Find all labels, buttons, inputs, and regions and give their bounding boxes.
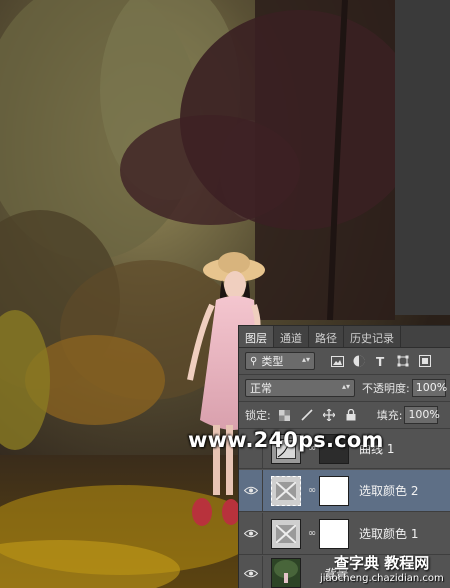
selective-color-icon bbox=[271, 475, 301, 506]
layer-name[interactable]: 选取颜色 2 bbox=[359, 482, 418, 499]
shape-filter-icon[interactable] bbox=[395, 353, 411, 369]
lock-row: 锁定: 填充: 100% bbox=[239, 402, 450, 428]
blend-mode-value: 正常 bbox=[250, 382, 272, 395]
opacity-input[interactable]: 100% bbox=[411, 379, 447, 397]
layer-mask-thumbnail[interactable] bbox=[319, 475, 349, 506]
link-icon[interactable]: ∞ bbox=[305, 485, 319, 496]
filter-kind-value: 类型 bbox=[261, 355, 284, 368]
layers-panel: 图层 通道 路径 历史记录 ⚲ 类型 ▴▾ T 正常 ▴▾ 不透明度: 100%… bbox=[238, 325, 450, 588]
select-arrows-icon: ▴▾ bbox=[301, 355, 310, 364]
lock-move-icon[interactable] bbox=[321, 407, 337, 423]
canvas-background-strip bbox=[395, 0, 450, 315]
search-icon: ⚲ bbox=[250, 355, 258, 367]
lock-all-icon[interactable] bbox=[343, 407, 359, 423]
select-arrows-icon: ▴▾ bbox=[341, 382, 350, 391]
layer-mask-thumbnail[interactable] bbox=[319, 518, 349, 549]
lock-label: 锁定: bbox=[245, 409, 271, 422]
site-watermark: 查字典 教程网 jiaocheng.chazidian.com bbox=[312, 552, 450, 588]
opacity-label: 不透明度: bbox=[362, 382, 410, 395]
blend-row: 正常 ▴▾ 不透明度: 100% bbox=[239, 375, 450, 401]
filter-kind-select[interactable]: ⚲ 类型 ▴▾ bbox=[245, 352, 315, 370]
panel-tabs: 图层 通道 路径 历史记录 bbox=[239, 326, 450, 348]
site-watermark-url: jiaocheng.chazidian.com bbox=[320, 573, 444, 584]
link-icon[interactable]: ∞ bbox=[305, 528, 319, 539]
layer-row-selective-color-2[interactable]: ∞ 选取颜色 2 bbox=[239, 469, 450, 512]
eye-icon[interactable] bbox=[239, 512, 263, 555]
lock-transparency-icon[interactable] bbox=[277, 407, 293, 423]
selective-color-icon bbox=[271, 518, 301, 549]
photo-thumbnail bbox=[271, 558, 301, 588]
lock-paint-icon[interactable] bbox=[299, 407, 315, 423]
smart-object-filter-icon[interactable] bbox=[417, 353, 433, 369]
fill-label: 填充: bbox=[376, 409, 403, 422]
site-watermark-title: 查字典 教程网 bbox=[334, 554, 430, 572]
tab-paths[interactable]: 路径 bbox=[309, 326, 344, 347]
tab-channels[interactable]: 通道 bbox=[274, 326, 309, 347]
text-filter-icon[interactable]: T bbox=[373, 353, 389, 369]
tab-layers[interactable]: 图层 bbox=[239, 326, 274, 347]
eye-icon[interactable] bbox=[239, 556, 263, 588]
layer-filter-row: ⚲ 类型 ▴▾ T bbox=[239, 348, 450, 374]
adjustment-filter-icon[interactable] bbox=[351, 353, 367, 369]
tab-history[interactable]: 历史记录 bbox=[344, 326, 401, 347]
layer-row-selective-color-1[interactable]: ∞ 选取颜色 1 bbox=[239, 512, 450, 555]
eye-icon[interactable] bbox=[239, 469, 263, 512]
fill-input[interactable]: 100% bbox=[404, 406, 440, 424]
layer-name[interactable]: 选取颜色 1 bbox=[359, 525, 418, 542]
watermark-text: www.240ps.com bbox=[188, 428, 384, 452]
image-filter-icon[interactable] bbox=[329, 353, 345, 369]
svg-text:T: T bbox=[376, 355, 385, 367]
blend-mode-select[interactable]: 正常 ▴▾ bbox=[245, 379, 355, 397]
